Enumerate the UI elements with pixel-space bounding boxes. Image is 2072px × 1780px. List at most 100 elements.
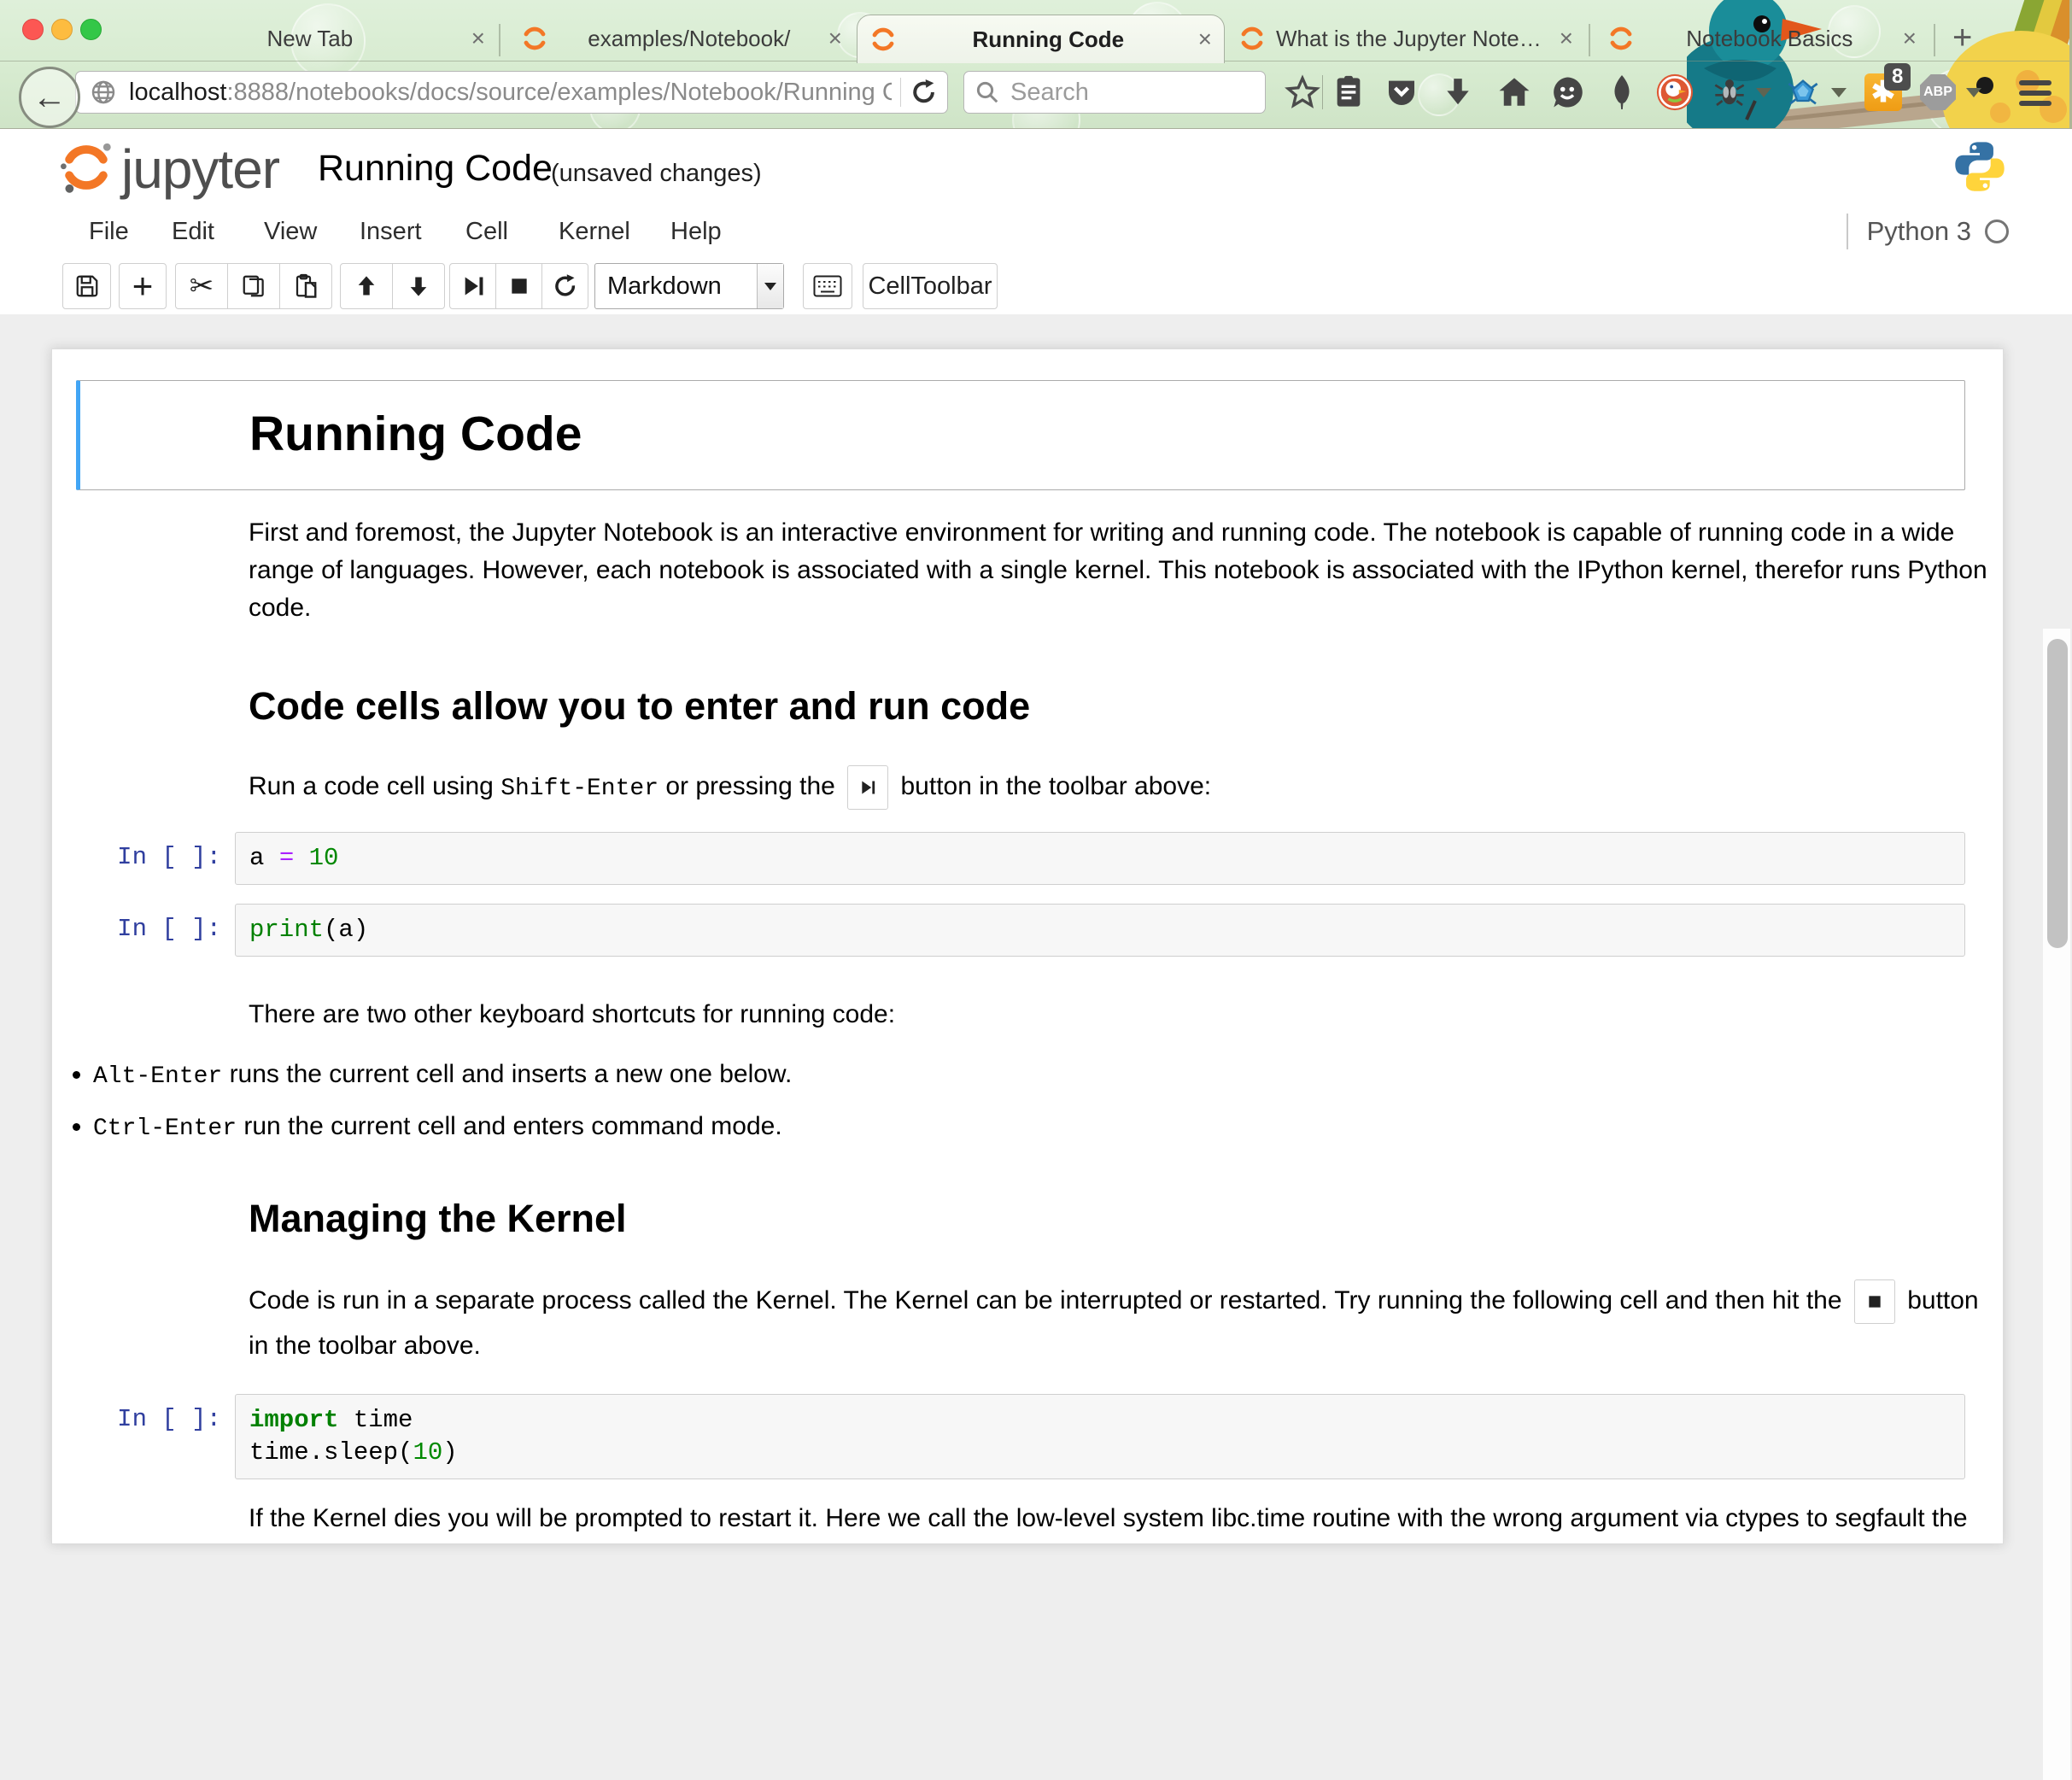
- reading-list-icon[interactable]: [1329, 68, 1368, 116]
- menu-help[interactable]: Help: [670, 218, 722, 246]
- reload-button[interactable]: [910, 78, 939, 107]
- cell-type-select[interactable]: Markdown: [594, 263, 784, 309]
- code-cell[interactable]: In [ ]: import timetime.sleep(10): [52, 1394, 1965, 1479]
- menu-file[interactable]: File: [89, 218, 129, 246]
- chevron-down-icon: [764, 283, 776, 290]
- back-button[interactable]: ←: [19, 67, 80, 128]
- move-cell-down-button[interactable]: [392, 263, 445, 309]
- paste-cell-button[interactable]: [279, 263, 332, 309]
- blue-bug-addon-icon[interactable]: [1783, 68, 1823, 116]
- list-item: Alt-Enter runs the current cell and inse…: [93, 1056, 1835, 1096]
- tab-close-icon[interactable]: ×: [1560, 26, 1573, 50]
- select-arrow-zone[interactable]: [757, 264, 783, 308]
- celltoolbar-button[interactable]: CellToolbar: [863, 263, 998, 309]
- menu-kernel[interactable]: Kernel: [559, 218, 630, 246]
- feedback-smiley-icon[interactable]: [1548, 68, 1587, 116]
- search-input[interactable]: [1009, 78, 1226, 108]
- token: [294, 844, 308, 872]
- notebook-h1: Running Code: [249, 410, 1947, 459]
- code-input[interactable]: print(a): [235, 904, 1965, 957]
- h2-code-cells: Code cells allow you to enter and run co…: [249, 687, 1991, 725]
- dropdown-caret-icon[interactable]: [1954, 68, 1993, 116]
- tab-separator: [1589, 24, 1590, 56]
- scissors-icon: ✂: [190, 269, 214, 303]
- tab-label: examples/Notebook/: [559, 26, 820, 52]
- code-input[interactable]: a = 10: [235, 832, 1965, 885]
- save-icon: [74, 273, 100, 299]
- pocket-icon[interactable]: [1382, 68, 1421, 116]
- cut-cell-button[interactable]: ✂: [175, 263, 228, 309]
- partial-paragraph: If the Kernel dies you will be prompted …: [249, 1500, 1991, 1544]
- jupyter-favicon: [521, 25, 548, 52]
- tab-label: Running Code: [907, 26, 1190, 53]
- home-icon[interactable]: [1495, 68, 1534, 116]
- token: time: [338, 1406, 413, 1434]
- selected-markdown-cell[interactable]: Running Code: [76, 380, 1965, 490]
- plus-icon: +: [132, 266, 154, 307]
- token: time.sleep(: [249, 1438, 413, 1467]
- move-cell-up-button[interactable]: [340, 263, 393, 309]
- dropdown-caret-icon[interactable]: [1819, 68, 1858, 116]
- menu-hamburger-icon[interactable]: [2016, 68, 2055, 116]
- save-status: (unsaved changes): [551, 160, 762, 188]
- restart-kernel-button[interactable]: [541, 263, 588, 309]
- back-arrow-icon: ←: [32, 79, 67, 117]
- notebook-title[interactable]: Running Code: [318, 148, 553, 190]
- run-instruction-paragraph: Run a code cell using Shift-Enter or pre…: [249, 764, 1991, 811]
- menu-cell[interactable]: Cell: [465, 218, 508, 246]
- jupyter-logo[interactable]: jupyter: [60, 141, 279, 194]
- menu-edit[interactable]: Edit: [172, 218, 214, 246]
- tab-new-tab[interactable]: New Tab ×: [145, 15, 497, 61]
- notebook-content-area: Running Code First and foremost, the Jup…: [0, 314, 2072, 1466]
- url-host: localhost: [129, 79, 226, 106]
- jupyter-favicon: [1607, 25, 1635, 52]
- shortcuts-list: Alt-Enter runs the current cell and inse…: [52, 1056, 1835, 1148]
- menu-view[interactable]: View: [264, 218, 317, 246]
- interrupt-kernel-button[interactable]: [495, 263, 542, 309]
- celltoolbar-label: CellToolbar: [868, 272, 992, 301]
- text: or pressing the: [658, 772, 842, 800]
- inline-run-button-icon: [847, 765, 888, 810]
- command-palette-button[interactable]: [803, 263, 852, 309]
- page-scrollbar-thumb[interactable]: [2047, 639, 2068, 948]
- tab-examples-notebook[interactable]: examples/Notebook/ ×: [509, 15, 854, 61]
- new-tab-button[interactable]: +: [1952, 22, 1972, 53]
- url-bar[interactable]: localhost:8888/notebooks/docs/source/exa…: [75, 71, 948, 114]
- run-cell-button[interactable]: [449, 263, 496, 309]
- kernel-paragraph: Code is run in a separate process called…: [249, 1279, 1991, 1368]
- python-logo-icon: [1951, 138, 2009, 196]
- tab-what-is-jupyter[interactable]: What is the Jupyter Notebook ×: [1226, 15, 1585, 61]
- tab-running-code-active[interactable]: Running Code ×: [857, 15, 1225, 63]
- url-text[interactable]: localhost:8888/notebooks/docs/source/exa…: [129, 79, 892, 107]
- bookmark-star-icon[interactable]: [1283, 68, 1322, 116]
- adblock-plus-icon[interactable]: ABP: [1918, 68, 1958, 116]
- token-operator: =: [279, 844, 294, 872]
- save-button[interactable]: [62, 263, 111, 309]
- list-item: Ctrl-Enter run the current cell and ente…: [93, 1108, 1835, 1148]
- tab-close-icon[interactable]: ×: [1903, 26, 1917, 50]
- text: button in the toolbar above:: [893, 772, 1211, 800]
- jupyter-favicon: [1238, 25, 1266, 52]
- tab-close-icon[interactable]: ×: [828, 26, 842, 50]
- search-bar[interactable]: [963, 71, 1266, 114]
- navigation-toolbar: ← localhost:8888/notebooks/docs/source/e…: [0, 61, 2072, 128]
- token: (a): [324, 916, 368, 944]
- token-keyword: import: [249, 1406, 338, 1434]
- notebook-menubar: File Edit View Insert Cell Kernel Help P…: [0, 205, 2072, 259]
- tab-label: New Tab: [157, 26, 463, 52]
- tab-close-icon[interactable]: ×: [1198, 27, 1212, 51]
- section-heading-kernel: Managing the Kernel: [249, 1199, 1991, 1238]
- tab-notebook-basics[interactable]: Notebook Basics ×: [1595, 15, 1929, 61]
- insert-cell-below-button[interactable]: +: [119, 263, 167, 309]
- code-input[interactable]: import timetime.sleep(10): [235, 1394, 1965, 1479]
- download-icon[interactable]: [1438, 68, 1478, 116]
- copy-cell-button[interactable]: [227, 263, 280, 309]
- menu-insert[interactable]: Insert: [360, 218, 422, 246]
- code-cell[interactable]: In [ ]: a = 10: [52, 832, 1965, 885]
- quill-icon[interactable]: [1602, 68, 1642, 116]
- dropdown-caret-icon[interactable]: [1744, 68, 1783, 116]
- tab-close-icon[interactable]: ×: [471, 26, 485, 50]
- code-cell[interactable]: In [ ]: print(a): [52, 904, 1965, 957]
- kernel-name: Python 3: [1867, 216, 1971, 247]
- duckduckgo-icon[interactable]: [1655, 68, 1694, 116]
